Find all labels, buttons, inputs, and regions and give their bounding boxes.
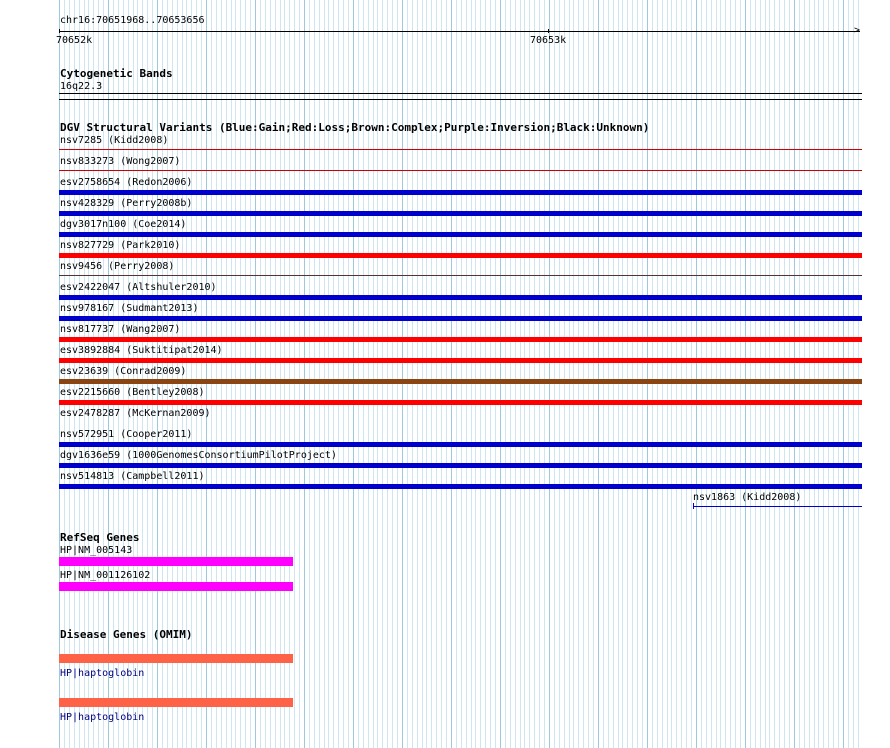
dgv-feature-bar[interactable] [59,316,862,321]
dgv-feature-bar[interactable] [59,170,862,171]
cytoband-track-title: Cytogenetic Bands [60,67,173,80]
dgv-feature-bar[interactable] [59,442,862,447]
refseq-gene-bar[interactable] [59,557,293,566]
dgv-feature-bar[interactable] [59,253,862,258]
dgv-feature-bar[interactable] [59,295,862,300]
omim-gene-bar[interactable] [59,654,293,663]
dgv-feature-label[interactable]: nsv428329 (Perry2008b) [60,198,192,209]
dgv-feature-label[interactable]: esv2422047 (Altshuler2010) [60,282,217,293]
dgv-feature-bar[interactable] [59,337,862,342]
dgv-feature-start-marker [693,503,694,509]
dgv-feature-label[interactable]: dgv1636e59 (1000GenomesConsortiumPilotPr… [60,450,337,461]
dgv-feature-label[interactable]: nsv572951 (Cooper2011) [60,429,192,440]
dgv-feature-label[interactable]: esv2478287 (McKernan2009) [60,408,211,419]
dgv-feature-bar[interactable] [59,358,862,363]
dgv-feature-label[interactable]: nsv514813 (Campbell2011) [60,471,205,482]
dgv-feature-bar[interactable] [59,211,862,216]
dgv-feature-bar[interactable] [59,232,862,237]
cytoband-line [59,99,862,100]
dgv-feature-label[interactable]: nsv7285 (Kidd2008) [60,135,168,146]
dgv-feature-label[interactable]: esv2758654 (Redon2006) [60,177,192,188]
dgv-feature-label[interactable]: esv3892884 (Suktitipat2014) [60,345,223,356]
dgv-feature-bar[interactable] [59,484,862,489]
refseq-gene-bar[interactable] [59,582,293,591]
dgv-feature-label[interactable]: nsv827729 (Park2010) [60,240,180,251]
omim-gene-bar[interactable] [59,698,293,707]
dgv-feature-label[interactable]: nsv978167 (Sudmant2013) [60,303,198,314]
omim-gene-label[interactable]: HP|haptoglobin [60,712,144,723]
dgv-feature-label[interactable]: nsv817737 (Wang2007) [60,324,180,335]
dgv-feature-label[interactable]: nsv833273 (Wong2007) [60,156,180,167]
refseq-gene-label[interactable]: HP|NM_005143 [60,545,132,556]
omim-track-title: Disease Genes (OMIM) [60,628,193,641]
dgv-feature-bar[interactable] [59,400,862,405]
dgv-feature-label[interactable]: dgv3017n100 (Coe2014) [60,219,186,230]
ruler-tick-label: 70652k [56,35,93,46]
dgv-feature-label[interactable]: esv2215660 (Bentley2008) [60,387,205,398]
refseq-track-title: RefSeq Genes [60,531,140,544]
dgv-track-title: DGV Structural Variants (Blue:Gain;Red:L… [60,121,650,134]
dgv-feature-bar[interactable] [59,463,862,468]
dgv-feature-bar[interactable] [59,275,862,276]
ruler-tick [59,29,60,33]
ruler-tick-label: 70653k [530,35,567,46]
dgv-feature-bar[interactable] [59,379,862,384]
dgv-feature-bar[interactable] [59,190,862,195]
omim-gene-label[interactable]: HP|haptoglobin [60,668,144,679]
ruler-axis [59,31,860,32]
coordinates-label: chr16:70651968..70653656 [60,15,205,26]
dgv-feature-bar[interactable] [59,149,862,150]
cytoband-label[interactable]: 16q22.3 [60,81,102,92]
dgv-feature-label[interactable]: nsv1863 (Kidd2008) [693,492,801,503]
dgv-feature-bar[interactable] [693,506,862,507]
ruler-arrow-icon: > [854,25,861,36]
dgv-feature-label[interactable]: esv23639 (Conrad2009) [60,366,186,377]
refseq-gene-label[interactable]: HP|NM_001126102 [60,570,150,581]
ruler-tick [548,29,549,33]
cytoband-line [59,93,862,94]
dgv-feature-label[interactable]: nsv9456 (Perry2008) [60,261,174,272]
